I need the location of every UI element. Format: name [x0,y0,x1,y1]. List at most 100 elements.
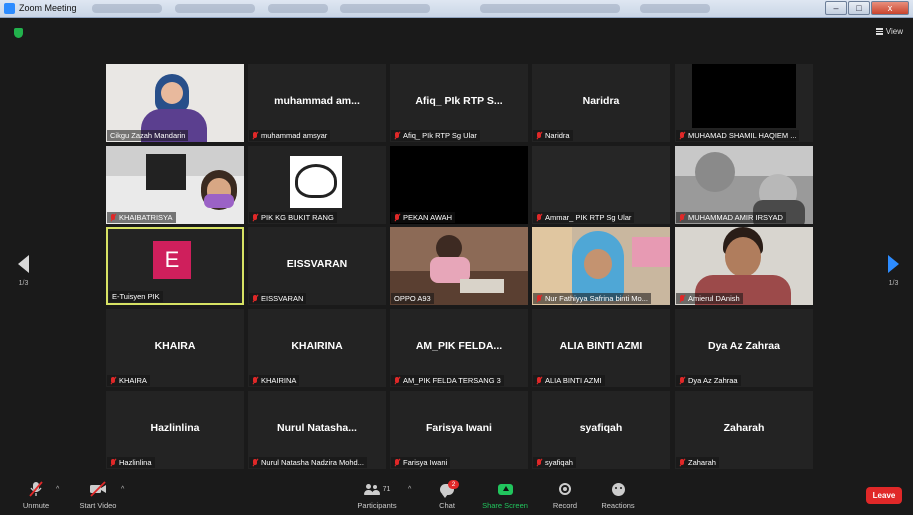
previous-page-button[interactable]: 1/3 [18,255,29,287]
record-icon-wrap [551,481,579,497]
next-page-button[interactable]: 1/3 [888,255,899,287]
participant-name: OPPO A93 [394,294,431,303]
participant-tile[interactable]: MUHAMMAD AMIR IRSYAD [675,146,813,224]
participant-nameplate: Zaharah [676,457,719,468]
arrow-right-icon [888,255,899,273]
record-label: Record [552,501,578,510]
participant-name: E-Tuisyen PIK [112,292,160,301]
participant-display-name: syafiqah [579,422,623,434]
participants-options-caret[interactable]: ^ [408,486,411,493]
participant-name: PIK KG BUKIT RANG [261,213,334,222]
start-video-button[interactable]: Start Video [76,481,120,510]
participant-tile[interactable]: MUHAMAD SHAMIL HAQIEM ... [675,64,813,142]
share-screen-icon-wrap [481,481,529,497]
participant-tile[interactable]: Zaharah Zaharah [675,391,813,469]
mic-muted-icon [394,458,400,467]
participant-name: Naridra [545,131,570,140]
shield-icon[interactable] [14,28,23,38]
participant-tile[interactable]: KHAIRINA KHAIRINA [248,309,386,387]
participant-tile[interactable]: muhammad am... muhammad amsyar [248,64,386,142]
participant-tile[interactable]: Naridra Naridra [532,64,670,142]
mic-muted-icon [394,131,400,140]
participant-name: KHAIRINA [261,376,297,385]
participant-nameplate: KHAIRA [107,375,150,386]
participant-tile[interactable]: Nur Fathiyya Safrina binti Mo... [532,227,670,305]
share-screen-button[interactable]: Share Screen [481,481,529,510]
participant-nameplate: Cikgu Zazah Mandarin [107,130,189,141]
chat-icon-wrap: 2 [434,479,460,498]
participant-name: Zaharah [688,458,716,467]
participant-display-name: KHAIRINA [291,340,343,352]
participant-tile[interactable]: Cikgu Zazah Mandarin [106,64,244,142]
record-icon [559,483,571,495]
participant-nameplate: Dya Az Zahraa [676,375,741,386]
share-screen-icon [497,483,513,495]
participant-display-name: ALIA BINTI AZMI [559,340,643,352]
participant-tile[interactable]: PEKAN AWAH [390,146,528,224]
mic-muted-icon [110,376,116,385]
maximize-button[interactable]: □ [848,1,870,15]
smiley-icon [611,482,625,496]
view-label: View [885,27,903,36]
mic-muted-icon [679,213,685,222]
mic-muted-icon [110,458,116,467]
participant-tile[interactable]: KHAIBATRISYA [106,146,244,224]
mic-muted-icon [394,213,400,222]
audio-options-caret[interactable]: ^ [56,486,59,493]
mic-muted-icon [536,458,542,467]
participant-name: MUHAMMAD AMIR IRSYAD [688,213,783,222]
participant-nameplate: EISSVARAN [249,293,307,304]
participant-name: Cikgu Zazah Mandarin [110,131,186,140]
participants-button[interactable]: 71 Participants [355,481,399,510]
blurred-tab [175,4,255,13]
participant-display-name: KHAIRA [154,340,196,352]
record-button[interactable]: Record [551,481,579,510]
view-button[interactable]: View [875,27,903,36]
participant-tile[interactable]: Afiq_ PIk RTP S... Afiq_ PIk RTP Sg Ular [390,64,528,142]
zoom-app-icon [4,3,15,14]
mic-muted-icon [536,376,542,385]
participant-name: Amierul DAnish [688,294,740,303]
participant-tile[interactable]: EISSVARAN EISSVARAN [248,227,386,305]
mic-muted-icon [536,294,542,303]
close-button[interactable]: x [871,1,909,15]
participant-tile[interactable]: Ammar_ PIK RTP Sg Ular [532,146,670,224]
video-options-caret[interactable]: ^ [121,486,124,493]
mic-muted-icon [252,131,258,140]
participants-count: 71 [382,485,391,493]
blurred-tab [268,4,328,13]
participants-label: Participants [357,501,397,510]
participant-display-name: Nurul Natasha... [277,422,357,434]
blurred-tab [480,4,620,13]
participant-nameplate: ALIA BINTI AZMI [533,375,605,386]
participant-tile[interactable]: Nurul Natasha... Nurul Natasha Nadzira Mo… [248,391,386,469]
reactions-button[interactable]: Reactions [600,481,636,510]
participant-nameplate: E-Tuisyen PIK [109,291,163,302]
participant-tile[interactable]: KHAIRA KHAIRA [106,309,244,387]
participant-tile[interactable]: ALIA BINTI AZMI ALIA BINTI AZMI [532,309,670,387]
participant-display-name: Zaharah [723,422,765,434]
minimize-button[interactable]: – [825,1,847,15]
participant-tile[interactable]: Farisya Iwani Farisya Iwani [390,391,528,469]
participant-tile[interactable]: syafiqah syafiqah [532,391,670,469]
unmute-button[interactable]: Unmute [18,481,54,510]
participant-nameplate: OPPO A93 [391,293,434,304]
reactions-label: Reactions [601,501,635,510]
participant-tile[interactable]: E E-Tuisyen PIK [106,227,244,305]
participant-tile[interactable]: Amierul DAnish [675,227,813,305]
leave-button[interactable]: Leave [866,487,902,504]
mic-muted-icon [394,376,400,385]
window-controls: – □ x [825,1,909,15]
participant-tile[interactable]: PIK KG BUKIT RANG [248,146,386,224]
participant-nameplate: Nurul Natasha Nadzira Mohd... [249,457,367,468]
participant-nameplate: Farisya Iwani [391,457,451,468]
participant-tile[interactable]: AM_PIK FELDA... AM_PIK FELDA TERSANG 3 [390,309,528,387]
meeting-toolbar: Unmute ^ Start Video ^ 71 Participants ^… [0,476,913,515]
participant-tile[interactable]: Hazlinlina Hazlinlina [106,391,244,469]
mic-muted-icon [252,213,258,222]
mic-muted-icon [18,481,54,497]
participant-tile[interactable]: OPPO A93 [390,227,528,305]
chat-button[interactable]: 2 Chat [434,479,460,510]
participant-tile[interactable]: Dya Az Zahraa Dya Az Zahraa [675,309,813,387]
participant-name: muhammad amsyar [261,131,328,140]
